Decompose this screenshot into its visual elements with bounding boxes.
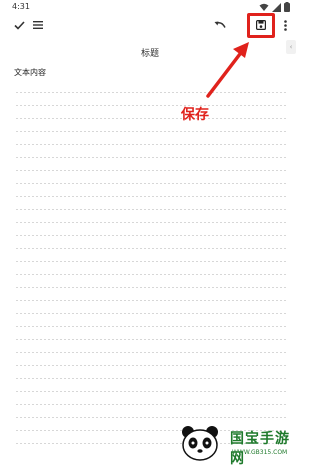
watermark-url: WWW.GB315.COM <box>232 449 288 456</box>
annotation-label: 保存 <box>181 107 209 123</box>
watermark: 国宝手游网 WWW.GB315.COM <box>172 424 298 467</box>
annotation-arrow-icon <box>206 42 249 98</box>
watermark-title: 国宝手游网 <box>230 431 290 467</box>
panda-logo-icon <box>182 426 218 461</box>
ruled-lines <box>14 80 286 450</box>
